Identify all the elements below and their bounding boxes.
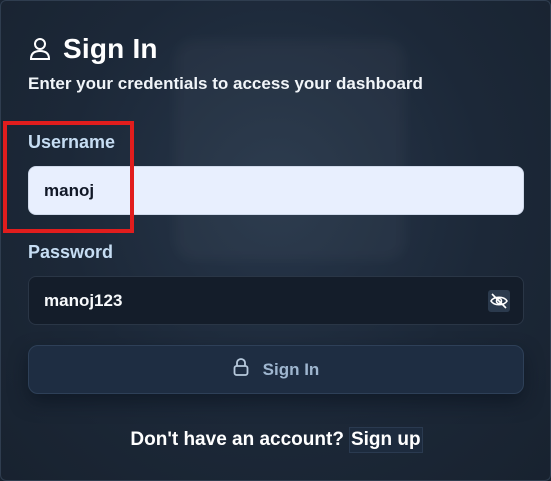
page-subtitle: Enter your credentials to access your da… bbox=[28, 74, 423, 93]
password-value: manoj123 bbox=[44, 290, 123, 310]
signup-prompt-text: Don't have an account? bbox=[130, 429, 344, 450]
signup-prompt: Don't have an account? Sign up bbox=[1, 427, 551, 453]
sign-in-card: Sign In Enter your credentials to access… bbox=[0, 0, 551, 481]
eye-off-icon[interactable] bbox=[488, 290, 510, 312]
sign-in-button[interactable]: Sign In bbox=[28, 345, 524, 394]
user-icon bbox=[29, 37, 51, 61]
lock-icon bbox=[233, 358, 249, 381]
page-title: Sign In bbox=[63, 33, 158, 64]
sign-in-button-label: Sign In bbox=[262, 359, 320, 379]
password-label: Password bbox=[28, 242, 114, 262]
password-input[interactable]: manoj123 bbox=[28, 276, 524, 325]
highlight-box bbox=[3, 121, 134, 233]
card-header: Sign In bbox=[29, 33, 158, 65]
signup-link[interactable]: Sign up bbox=[348, 427, 423, 453]
